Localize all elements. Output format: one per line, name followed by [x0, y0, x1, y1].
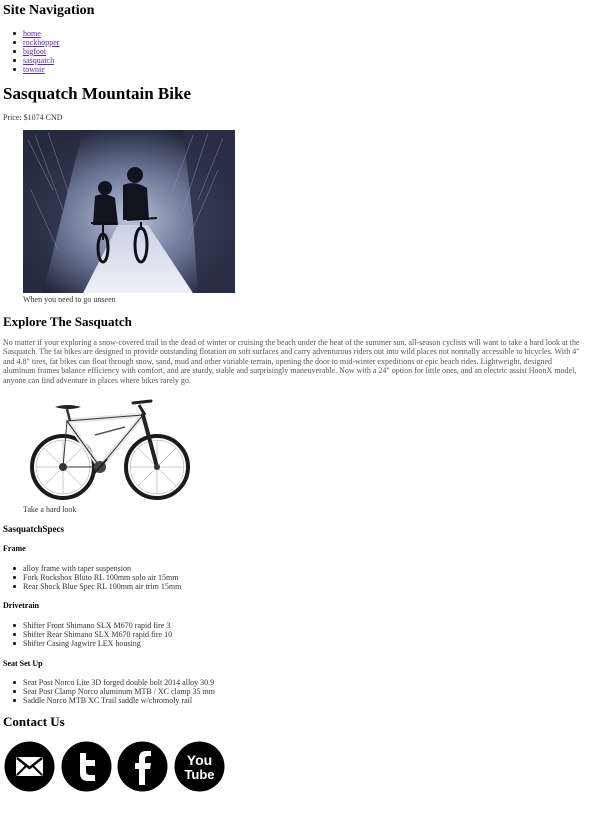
list-item: Fork Rockshox Bluto RL 100mm solo air 15… [12, 573, 181, 582]
hero-caption: When you need to go unseen [23, 295, 116, 304]
list-item: Seat Post Clamp Norco aluminum MTB / XC … [13, 687, 215, 696]
list-item: alloy frame with taper suspension [12, 564, 181, 573]
list-item: Seat Post Norco Lite 3D forged double bo… [13, 678, 215, 687]
email-icon[interactable] [4, 741, 55, 792]
nav-link-townie[interactable]: townie [23, 65, 45, 74]
nav-list: home rockhopper bigfoot sasquatch townie [12, 29, 59, 74]
site-navigation-heading: Site Navigation [3, 3, 95, 18]
youtube-icon-text-bottom: Tube [184, 767, 214, 782]
nav-item-rockhopper: rockhopper [12, 38, 59, 47]
nav-link-rockhopper[interactable]: rockhopper [23, 38, 59, 47]
facebook-icon[interactable] [117, 741, 168, 792]
list-item: Rear Shock Blue Spec RL 100mm air trim 1… [12, 582, 182, 591]
nav-item-home: home [12, 29, 59, 38]
youtube-icon-text-top: You [187, 752, 212, 768]
seat-setup-heading: Seat Set Up [3, 659, 43, 668]
drivetrain-spec-list: Shifter Front Shimano SLX M670 rapid fir… [12, 621, 173, 648]
nav-item-bigfoot: bigfoot [12, 47, 59, 56]
specs-heading: SasquatchSpecs [3, 524, 65, 534]
contact-heading: Contact Us [3, 714, 65, 729]
twitter-icon[interactable] [61, 741, 112, 792]
nav-link-bigfoot[interactable]: bigfoot [23, 47, 46, 56]
list-item: Shifter Casing Jagwire LEX housing [12, 639, 172, 648]
hero-photo [23, 130, 235, 293]
drivetrain-heading: Drivetrain [3, 601, 39, 610]
seat-spec-list: Seat Post Norco Lite 3D forged double bo… [13, 678, 215, 705]
youtube-icon[interactable]: You Tube [174, 741, 225, 792]
nav-link-sasquatch[interactable]: sasquatch [23, 56, 54, 65]
list-item: Saddle Norco MTB XC Trail saddle w/chrom… [13, 696, 215, 705]
bike-caption: Take a hard look [23, 505, 77, 514]
list-item: Shifter Front Shimano SLX M670 rapid fir… [12, 621, 171, 630]
frame-spec-list: alloy frame with taper suspension Fork R… [12, 564, 182, 591]
page: Site Navigation home rockhopper bigfoot … [0, 0, 593, 813]
nav-link-home[interactable]: home [23, 29, 41, 38]
bike-photo [25, 397, 195, 501]
nav-item-sasquatch: sasquatch [12, 56, 59, 65]
frame-heading: Frame [3, 544, 26, 553]
list-item: Shifter Rear Shimano SLX M670 rapid fire… [12, 630, 173, 639]
explore-paragraph: No matter if your exploring a snow-cover… [3, 338, 580, 385]
product-title: Sasquatch Mountain Bike [3, 84, 191, 103]
explore-heading: Explore The Sasquatch [3, 314, 132, 329]
product-price: Price: $1074 CND [3, 113, 63, 122]
nav-item-townie: townie [12, 65, 59, 74]
